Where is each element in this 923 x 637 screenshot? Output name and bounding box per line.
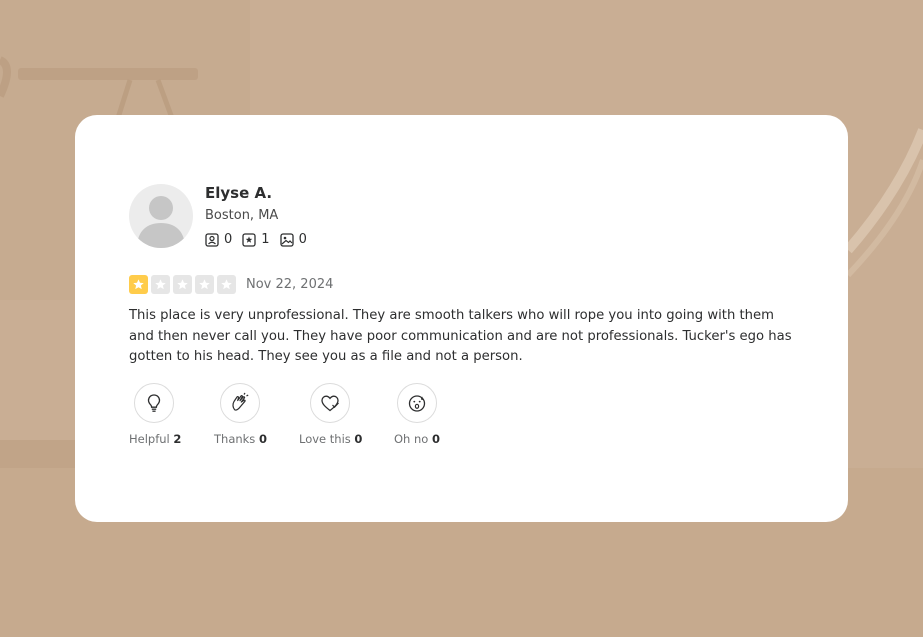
clapping-hands-icon [232, 392, 249, 411]
photos-stat: 0 [279, 232, 307, 247]
reviewer-name[interactable]: Elyse A. [205, 184, 272, 202]
star-1 [129, 275, 148, 294]
reviewer-stats: 0 1 0 [205, 232, 307, 247]
star-icon [155, 279, 166, 290]
star-icon [177, 279, 188, 290]
star-icon [221, 279, 232, 290]
thanks-text: Thanks [214, 432, 256, 446]
star-rating [129, 275, 236, 294]
heart-icon [321, 395, 339, 412]
star-3 [173, 275, 192, 294]
default-avatar-icon [137, 196, 185, 248]
thanks-button[interactable] [220, 383, 260, 423]
photos-count: 0 [298, 232, 307, 247]
love-this-count: 0 [354, 432, 363, 446]
helpful-button[interactable] [134, 383, 174, 423]
oh-no-button[interactable] [397, 383, 437, 423]
helpful-count: 2 [173, 432, 182, 446]
avatar[interactable] [129, 184, 193, 248]
reviews-count: 1 [261, 232, 270, 247]
thanks-count: 0 [258, 432, 267, 446]
reviews-icon [242, 232, 256, 247]
lightbulb-icon [147, 394, 161, 412]
photos-icon [279, 232, 294, 247]
oh-no-count: 0 [431, 432, 440, 446]
love-this-text: Love this [299, 432, 351, 446]
review-date: Nov 22, 2024 [246, 277, 334, 292]
surprised-face-icon [408, 395, 426, 412]
love-this-button[interactable] [310, 383, 350, 423]
star-4 [195, 275, 214, 294]
reviews-stat: 1 [242, 232, 270, 247]
thanks-label: Thanks 0 [214, 432, 267, 446]
star-icon [199, 279, 210, 290]
oh-no-label: Oh no 0 [394, 432, 440, 446]
review-card: Elyse A. Boston, MA 0 1 0 Nov 22, 2024 T… [75, 115, 848, 522]
reviewer-location: Boston, MA [205, 208, 279, 223]
star-2 [151, 275, 170, 294]
love-this-label: Love this 0 [299, 432, 362, 446]
helpful-text: Helpful [129, 432, 170, 446]
star-5 [217, 275, 236, 294]
friends-stat: 0 [205, 232, 232, 247]
friends-icon [205, 232, 219, 247]
friends-count: 0 [224, 232, 233, 247]
star-icon [133, 279, 144, 290]
oh-no-text: Oh no [394, 432, 429, 446]
review-text: This place is very unprofessional. They … [129, 308, 792, 364]
helpful-label: Helpful 2 [129, 432, 181, 446]
rating-row: Nov 22, 2024 [129, 275, 333, 294]
